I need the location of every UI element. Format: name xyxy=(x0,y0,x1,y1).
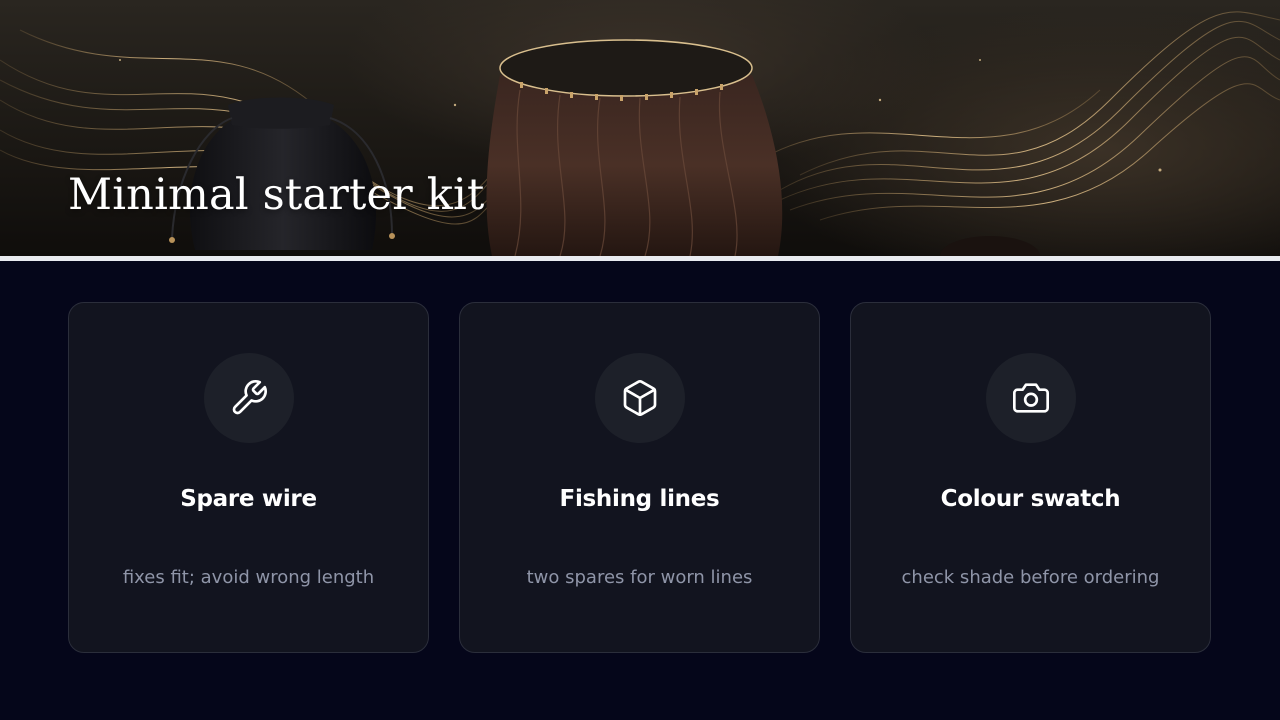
hero-banner: Minimal starter kit xyxy=(0,0,1280,256)
page-title: Minimal starter kit xyxy=(68,170,485,220)
box-icon xyxy=(623,380,657,416)
card-icon-badge xyxy=(595,353,685,443)
card-spare-wire: Spare wire fixes fit; avoid wrong length xyxy=(68,302,429,653)
card-description: fixes fit; avoid wrong length xyxy=(122,567,375,588)
card-fishing-lines: Fishing lines two spares for worn lines xyxy=(459,302,820,653)
card-title: Colour swatch xyxy=(940,486,1121,512)
card-description: check shade before ordering xyxy=(901,567,1160,588)
hero-divider xyxy=(0,256,1280,261)
card-icon-badge xyxy=(986,353,1076,443)
card-title: Fishing lines xyxy=(559,486,720,512)
card-icon-badge xyxy=(204,353,294,443)
camera-icon xyxy=(1013,383,1049,413)
wrench-icon xyxy=(232,380,267,415)
card-description: two spares for worn lines xyxy=(526,567,753,588)
kit-cards: Spare wire fixes fit; avoid wrong length… xyxy=(68,302,1213,655)
card-title: Spare wire xyxy=(180,486,317,512)
card-colour-swatch: Colour swatch check shade before orderin… xyxy=(850,302,1211,653)
